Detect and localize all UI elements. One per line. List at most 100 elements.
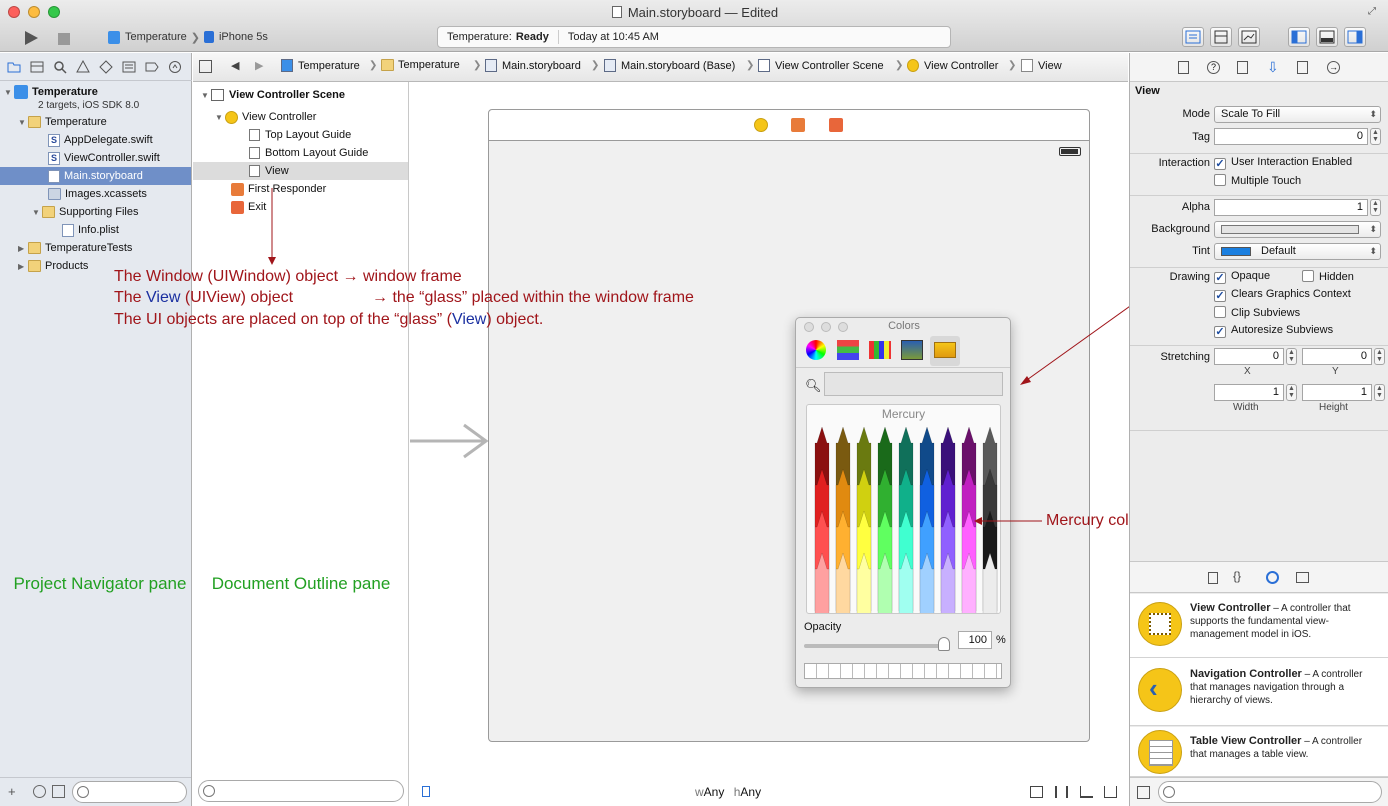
library-filter-input[interactable] [1158, 781, 1382, 803]
crumb-view-controller[interactable]: View Controller [907, 59, 998, 72]
recent-files-icon[interactable] [33, 785, 46, 798]
nav-item-group[interactable]: ▼ Temperature [18, 113, 107, 131]
pin-icon[interactable] [1055, 786, 1068, 798]
opaque-checkbox[interactable]: ✓ Opaque [1214, 270, 1270, 284]
alpha-field[interactable]: 1 [1214, 199, 1368, 216]
color-palettes-icon[interactable] [869, 341, 891, 359]
selected-color-well[interactable] [824, 372, 1003, 396]
toggle-navigator-button[interactable] [1288, 27, 1310, 47]
media-library-icon[interactable] [1296, 572, 1309, 583]
close-window-button[interactable] [8, 6, 20, 18]
object-library-icon[interactable] [1266, 571, 1279, 584]
outline-item-scene[interactable]: ▼ View Controller Scene [201, 86, 345, 104]
stretch-y-stepper[interactable]: ▲ ▼ [1374, 348, 1385, 365]
nav-item-group[interactable]: ▶ Products [18, 257, 88, 275]
user-interaction-checkbox[interactable]: ✓ User Interaction Enabled [1214, 156, 1352, 170]
symbol-icon[interactable] [28, 58, 45, 75]
library-item[interactable]: View Controller – A controller that supp… [1130, 594, 1388, 658]
crumb-view[interactable]: View [1021, 59, 1062, 72]
tint-popup[interactable]: Default [1214, 243, 1381, 260]
nav-item-group[interactable]: ▶ TemperatureTests [18, 239, 132, 257]
outline-item-view-controller[interactable]: ▼ View Controller [215, 108, 316, 126]
scm-status-icon[interactable] [52, 785, 65, 798]
nav-item-group[interactable]: ▼ Supporting Files [32, 203, 139, 221]
clip-subviews-checkbox[interactable]: Clip Subviews [1214, 306, 1300, 319]
stretch-width-stepper[interactable]: ▲ ▼ [1286, 384, 1297, 401]
tag-field[interactable]: 0 [1214, 128, 1368, 145]
fullscreen-icon[interactable]: ⤢ [1368, 6, 1380, 18]
crumb-project[interactable]: Temperature [281, 59, 360, 72]
help-icon[interactable]: ? [1207, 61, 1220, 74]
align-icon[interactable] [1030, 786, 1043, 798]
nav-item-file[interactable]: S AppDelegate.swift [48, 131, 153, 149]
test-icon[interactable] [97, 58, 114, 75]
zoom-window-button[interactable] [48, 6, 60, 18]
folder-icon[interactable] [5, 58, 22, 75]
breakpoint-icon[interactable] [143, 58, 160, 75]
hidden-checkbox[interactable]: Hidden [1302, 270, 1354, 283]
scheme-selector[interactable]: Temperature ❯ iPhone 5s [108, 26, 268, 48]
opacity-field[interactable]: 100 [958, 631, 992, 649]
back-icon[interactable]: ◀ [231, 59, 239, 72]
identity-inspector-icon[interactable] [1237, 61, 1248, 74]
stretch-y-field[interactable]: 0 [1302, 348, 1372, 365]
color-swatches[interactable] [804, 663, 1002, 679]
color-wheel-icon[interactable] [806, 340, 826, 360]
nav-item-file[interactable]: Info.plist [62, 221, 119, 239]
clears-graphics-checkbox[interactable]: ✓ Clears Graphics Context [1214, 288, 1351, 302]
stretch-height-field[interactable]: 1 [1302, 384, 1372, 401]
connections-inspector-icon[interactable]: → [1327, 61, 1340, 74]
stretch-x-field[interactable]: 0 [1214, 348, 1284, 365]
grid-view-icon[interactable] [1137, 786, 1150, 799]
outline-item[interactable]: First Responder [231, 180, 326, 198]
multiple-touch-checkbox[interactable]: Multiple Touch [1214, 174, 1301, 187]
stop-button[interactable] [57, 28, 71, 50]
crumb-storyboard-base[interactable]: Main.storyboard (Base) [604, 59, 735, 72]
image-palettes-icon[interactable] [901, 340, 923, 360]
crumb-scene[interactable]: View Controller Scene [758, 59, 884, 72]
size-class-selector[interactable]: wAny hAny [695, 785, 761, 799]
opacity-slider-track[interactable] [804, 644, 949, 648]
tag-stepper[interactable]: ▲ ▼ [1370, 128, 1381, 145]
version-editor-button[interactable] [1238, 27, 1260, 47]
search-icon[interactable] [51, 58, 68, 75]
resizing-icon[interactable] [1104, 786, 1117, 798]
assistant-editor-button[interactable] [1210, 27, 1232, 47]
background-popup[interactable] [1214, 221, 1381, 238]
debug-icon[interactable] [120, 58, 137, 75]
color-sliders-icon[interactable] [837, 340, 859, 360]
crayon-box[interactable]: Mercury [806, 404, 1001, 614]
autoresize-subviews-checkbox[interactable]: ✓ Autoresize Subviews [1214, 324, 1333, 338]
stretch-height-stepper[interactable]: ▲ ▼ [1374, 384, 1385, 401]
library-item[interactable]: ‹ Navigation Controller – A controller t… [1130, 658, 1388, 726]
magnifier-icon[interactable]: 🔍︎ [805, 378, 822, 394]
nav-item-file-selected[interactable]: Main.storyboard [0, 167, 191, 185]
opacity-slider-thumb[interactable] [938, 637, 950, 651]
toggle-utilities-button[interactable] [1344, 27, 1366, 47]
run-button[interactable] [22, 27, 40, 49]
nav-item-file[interactable]: Images.xcassets [48, 185, 147, 203]
crumb-group[interactable]: Temperature [381, 59, 460, 71]
forward-icon[interactable]: ▶ [255, 59, 263, 72]
first-responder-icon[interactable] [791, 118, 805, 132]
library-item[interactable]: Table View Controller – A controller tha… [1130, 727, 1388, 777]
file-template-icon[interactable] [1208, 572, 1218, 584]
toggle-debug-button[interactable] [1316, 27, 1338, 47]
stretch-width-field[interactable]: 1 [1214, 384, 1284, 401]
view-controller-icon[interactable] [754, 118, 768, 132]
report-icon[interactable] [166, 58, 183, 75]
stretch-x-stepper[interactable]: ▲ ▼ [1286, 348, 1297, 365]
related-items-icon[interactable] [199, 60, 212, 73]
exit-icon[interactable] [829, 118, 843, 132]
outline-item[interactable]: Top Layout Guide [249, 126, 351, 144]
attributes-inspector-icon[interactable]: ⇩ [1267, 59, 1279, 76]
add-icon[interactable]: + [8, 784, 16, 799]
size-inspector-icon[interactable] [1297, 61, 1308, 74]
code-snippet-icon[interactable]: {} [1233, 569, 1241, 583]
mode-popup[interactable]: Scale To Fill [1214, 106, 1381, 123]
outline-filter-input[interactable] [198, 780, 404, 802]
resolve-issues-icon[interactable] [1080, 786, 1093, 798]
nav-item-file[interactable]: S ViewController.swift [48, 149, 160, 167]
outline-item[interactable]: Bottom Layout Guide [249, 144, 368, 162]
crumb-storyboard[interactable]: Main.storyboard [485, 59, 581, 72]
